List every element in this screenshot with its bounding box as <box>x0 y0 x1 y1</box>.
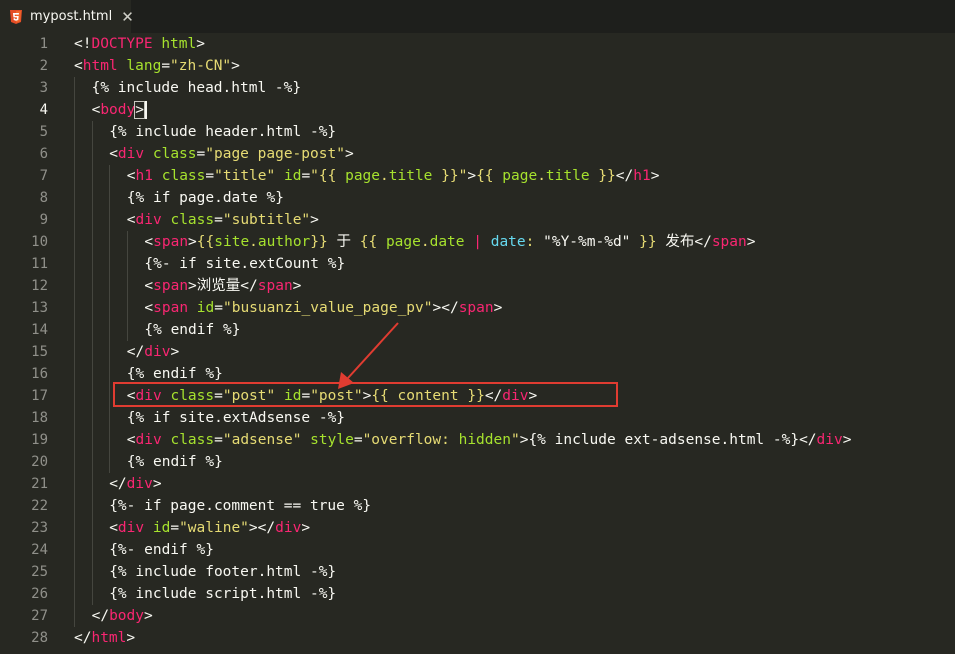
annotation-arrow <box>338 322 399 389</box>
